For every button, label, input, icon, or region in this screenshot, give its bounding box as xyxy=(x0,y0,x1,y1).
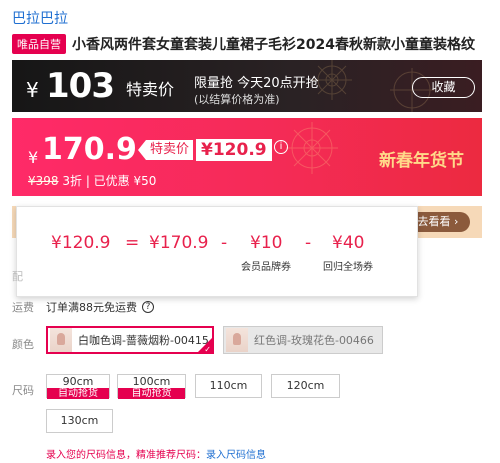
collect-button[interactable]: 收藏 xyxy=(412,77,475,98)
member-coupon-label: 会员品牌券 xyxy=(241,262,291,273)
size-option-110[interactable]: 110cm xyxy=(195,374,262,398)
flash-hint: 限量抢 今天20点开抢 xyxy=(194,76,319,91)
return-coupon-label: 回归全场券 xyxy=(323,262,373,273)
flash-price: 103 xyxy=(46,66,115,106)
shipping-text: 订单满88元免运费 xyxy=(46,301,137,314)
brand-link[interactable]: 巴拉巴拉 xyxy=(12,8,68,28)
minus-sign: - xyxy=(305,233,312,253)
obscured-label: 配 xyxy=(12,270,23,283)
price-currency: ¥ xyxy=(28,148,39,167)
color-label: 颜色 xyxy=(12,338,34,351)
final-price: ¥120.9 xyxy=(51,233,111,253)
size-option-label: 110cm xyxy=(209,379,248,392)
product-title: 小香风两件套女童套装儿童裙子毛衫2024春秋新款小童童装格纹 xyxy=(72,37,475,53)
return-coupon-value: ¥40 xyxy=(332,233,365,253)
title-row: 唯品自营 小香风两件套女童套装儿童裙子毛衫2024春秋新款小童童装格纹 xyxy=(12,34,492,54)
current-price: 170.9 xyxy=(42,132,137,167)
sale-price: ¥120.9 xyxy=(196,139,272,161)
minus-sign: - xyxy=(221,233,228,253)
price-banner: ¥ 170.9 特卖价 ¥120.9 i ¥398 3折 | 已优惠 ¥50 新… xyxy=(12,118,482,196)
color-option-label: 红色调-玫瑰花色-00466 xyxy=(254,334,374,347)
flash-hint-note: (以结算价格为准) xyxy=(194,93,280,106)
original-price-row: ¥398 3折 | 已优惠 ¥50 xyxy=(28,172,156,189)
info-icon[interactable]: i xyxy=(274,140,288,154)
shipping-label: 运费 xyxy=(12,301,34,314)
size-option-label: 90cm xyxy=(62,375,94,388)
shipping-info: 订单满88元免运费 ? xyxy=(46,299,154,315)
size-option-90[interactable]: 90cm 自动抢货 xyxy=(46,374,110,399)
help-icon[interactable]: ? xyxy=(142,301,154,313)
size-record-text: 录入您的尺码信息，精准推荐尺码： xyxy=(46,450,206,461)
member-coupon-value: ¥10 xyxy=(250,233,283,253)
color-thumbnail xyxy=(50,328,72,352)
self-operated-tag: 唯品自营 xyxy=(12,34,66,54)
product-detail: 巴拉巴拉 唯品自营 小香风两件套女童套装儿童裙子毛衫2024春秋新款小童童装格纹… xyxy=(0,0,500,463)
size-option-label: 100cm xyxy=(132,375,171,388)
color-option-white-coffee[interactable]: 白咖色调-蔷薇烟粉-00415 xyxy=(46,326,214,354)
festival-label: 新春年货节 xyxy=(379,151,464,171)
size-option-label: 130cm xyxy=(60,414,99,427)
color-thumbnail xyxy=(226,328,248,352)
coupon-view-label: 去看看 xyxy=(417,215,451,228)
size-option-label: 120cm xyxy=(286,379,325,392)
size-label: 尺码 xyxy=(12,384,34,397)
auto-grab-tag: 自动抢货 xyxy=(47,388,109,399)
price-breakdown-popup: ¥120.9 = ¥170.9 - ¥10 - ¥40 会员品牌券 回归全场券 xyxy=(16,206,418,297)
size-option-100[interactable]: 100cm 自动抢货 xyxy=(117,374,186,399)
flash-sale-banner: ¥ 103 特卖价 限量抢 今天20点开抢 (以结算价格为准) 收藏 xyxy=(12,60,482,112)
discount-text: 3折 | 已优惠 ¥50 xyxy=(62,174,157,188)
size-option-120[interactable]: 120cm xyxy=(271,374,340,398)
base-price: ¥170.9 xyxy=(149,233,209,253)
color-option-label: 白咖色调-蔷薇烟粉-00415 xyxy=(78,334,209,347)
size-option-130[interactable]: 130cm xyxy=(46,409,113,433)
size-record-link[interactable]: 录入尺码信息 xyxy=(206,450,266,461)
flash-currency: ¥ xyxy=(26,78,39,102)
size-record-prompt: 录入您的尺码信息，精准推荐尺码：录入尺码信息 xyxy=(46,446,266,461)
sale-price-label: 特卖价 xyxy=(138,140,194,160)
sale-price-box: 特卖价 ¥120.9 xyxy=(138,138,272,162)
original-price: ¥398 xyxy=(28,174,59,188)
auto-grab-tag: 自动抢货 xyxy=(118,388,185,399)
equals-sign: = xyxy=(125,233,140,253)
flash-price-label: 特卖价 xyxy=(126,80,175,99)
color-option-red[interactable]: 红色调-玫瑰花色-00466 xyxy=(223,326,383,354)
